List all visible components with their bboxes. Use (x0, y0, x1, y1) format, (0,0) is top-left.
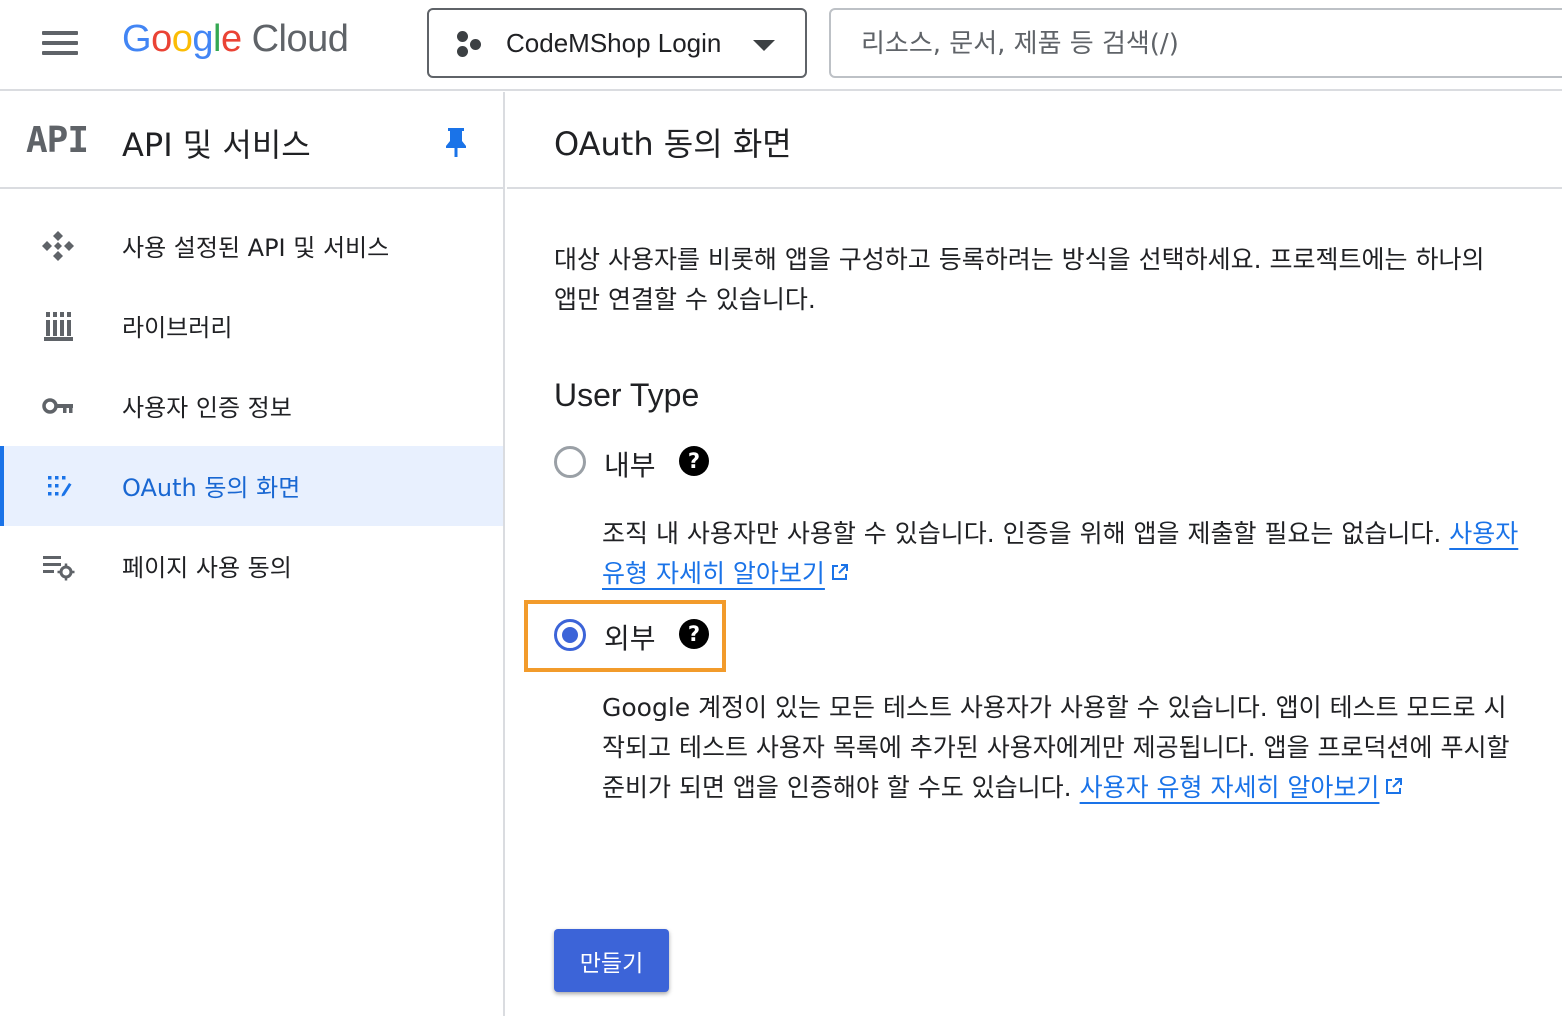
sidebar-item-label: OAuth 동의 화면 (122, 474, 301, 502)
logo-letter: G (122, 18, 152, 60)
project-dots-icon (455, 30, 485, 60)
main-content: OAuth 동의 화면 대상 사용자를 비롯해 앱을 구성하고 등록하려는 방식… (507, 92, 1562, 1016)
sidebar-item-credentials[interactable]: 사용자 인증 정보 (0, 366, 503, 446)
external-description: Google 계정이 있는 모든 테스트 사용자가 사용할 수 있습니다. 앱이… (602, 688, 1522, 808)
library-icon (44, 312, 73, 341)
internal-description-text: 조직 내 사용자만 사용할 수 있습니다. 인증을 위해 앱을 제출할 필요는 … (602, 519, 1442, 548)
help-icon[interactable]: ? (679, 619, 709, 649)
key-icon (42, 398, 73, 414)
logo-letter: l (212, 18, 221, 60)
google-cloud-logo[interactable]: Go o g l e Cloud (122, 18, 349, 68)
user-type-title: User Type (554, 377, 700, 413)
learn-more-link-label: 사용자 유형 자세히 알아보기 (1079, 773, 1380, 802)
oauth-consent-icon (48, 476, 72, 497)
external-link-icon (1386, 778, 1403, 794)
sidebar-item-enabled-apis[interactable]: 사용 설정된 API 및 서비스 (0, 206, 503, 286)
sidebar-header: API API 및 서비스 (0, 92, 503, 189)
learn-more-link[interactable]: 사용자 유형 자세히 알아보기 (1080, 773, 1380, 802)
radio-external[interactable] (554, 619, 586, 651)
pin-icon[interactable] (443, 126, 469, 158)
intro-text: 대상 사용자를 비롯해 앱을 구성하고 등록하려는 방식을 선택하세요. 프로젝… (554, 245, 1485, 314)
sidebar-title: API 및 서비스 (122, 126, 311, 164)
external-link-icon (831, 564, 848, 580)
logo-letter: g (192, 18, 213, 60)
radio-label-internal: 내부 (604, 449, 656, 482)
radio-option-internal[interactable]: 내부 ? (554, 442, 724, 482)
project-name: CodeMShop Login (506, 28, 722, 58)
logo-letter: o (151, 18, 172, 60)
api-services-icon (42, 231, 74, 261)
page-title: OAuth 동의 화면 (554, 125, 792, 163)
sidebar-item-oauth-consent[interactable]: OAuth 동의 화면 (0, 446, 503, 526)
logo-letter: e (220, 18, 242, 60)
sidebar-item-library[interactable]: 라이브러리 (0, 286, 503, 366)
help-icon[interactable]: ? (679, 446, 709, 476)
radio-internal[interactable] (554, 446, 586, 478)
radio-option-external[interactable]: 외부 ? (554, 615, 724, 655)
radio-label-external: 외부 (604, 622, 656, 655)
internal-description: 조직 내 사용자만 사용할 수 있습니다. 인증을 위해 앱을 제출할 필요는 … (602, 514, 1522, 594)
sidebar-item-label: 사용자 인증 정보 (122, 394, 292, 422)
page-usage-settings-icon (43, 556, 75, 581)
sidebar-item-label: 라이브러리 (122, 314, 233, 342)
project-picker[interactable]: CodeMShop Login (427, 8, 807, 78)
sidebar-item-page-usage[interactable]: 페이지 사용 동의 (0, 526, 503, 606)
api-badge-icon: API (26, 120, 89, 161)
sidebar: API API 및 서비스 사용 설정된 API 및 서비스 라이브러리 사용자… (0, 92, 505, 1016)
sidebar-item-label: 페이지 사용 동의 (122, 554, 292, 582)
logo-letter: o (171, 18, 193, 60)
search-box[interactable] (829, 8, 1562, 78)
logo-suffix: Cloud (251, 18, 349, 60)
top-bar: Go o g l e Cloud CodeMShop Login (0, 0, 1562, 91)
sidebar-item-label: 사용 설정된 API 및 서비스 (122, 234, 390, 262)
chevron-down-icon (753, 40, 775, 51)
hamburger-menu-icon[interactable] (38, 26, 86, 62)
create-button[interactable]: 만들기 (554, 929, 669, 992)
search-input[interactable] (861, 22, 1541, 66)
main-header: OAuth 동의 화면 (507, 92, 1562, 189)
